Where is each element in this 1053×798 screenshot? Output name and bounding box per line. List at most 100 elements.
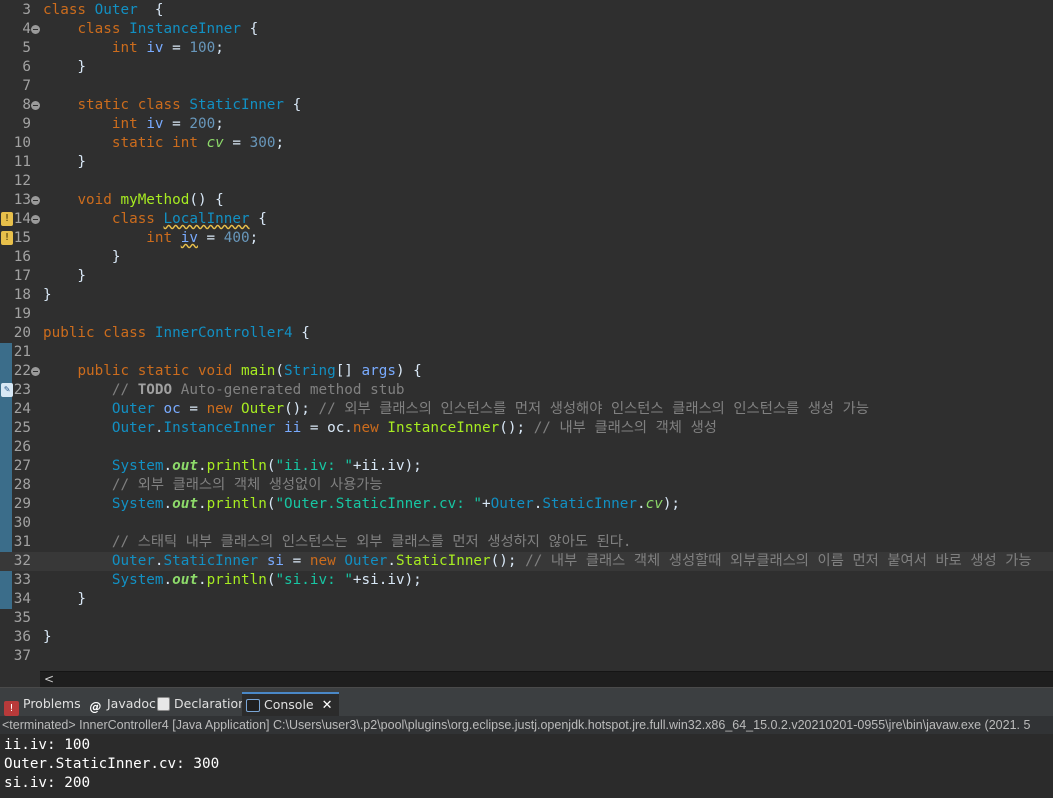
- code-line[interactable]: 19: [0, 305, 1053, 324]
- code-token: InstanceInner: [387, 420, 500, 436]
- code-line[interactable]: 20 public class InnerController4 {: [0, 324, 1053, 343]
- code-line[interactable]: 3 class Outer {: [0, 1, 1053, 20]
- code-line[interactable]: 4 class InstanceInner {: [0, 20, 1053, 39]
- code-line[interactable]: 12: [0, 172, 1053, 191]
- horizontal-scrollbar[interactable]: <: [40, 671, 1053, 687]
- code-line[interactable]: 10 static int cv = 300;: [0, 134, 1053, 153]
- code-text: // 스태틱 내부 클래스의 인스턴스는 외부 클래스를 먼저 생성하지 않아도…: [43, 533, 632, 552]
- code-token: // 내부 클래스의 객체 생성: [533, 420, 717, 436]
- code-text: public class InnerController4 {: [43, 324, 310, 343]
- fold-toggle-icon[interactable]: [31, 25, 40, 34]
- line-number: 34: [13, 591, 31, 607]
- line-number: 12: [13, 173, 31, 189]
- code-token: .: [637, 496, 646, 512]
- close-icon[interactable]: ✕: [322, 698, 333, 713]
- code-token: }: [43, 591, 87, 607]
- console-header: <terminated> InnerController4 [Java Appl…: [0, 716, 1053, 734]
- code-token: class: [77, 21, 130, 37]
- code-text: }: [43, 628, 52, 647]
- code-token: {: [284, 97, 302, 113]
- warning-icon[interactable]: !: [1, 231, 13, 245]
- code-line[interactable]: 22 public static void main(String[] args…: [0, 362, 1053, 381]
- code-line[interactable]: 37: [0, 647, 1053, 666]
- code-token: ) {: [395, 363, 422, 379]
- code-token: StaticInner: [395, 553, 491, 569]
- warning-icon[interactable]: !: [1, 212, 13, 226]
- code-token: println: [206, 572, 267, 588]
- code-line[interactable]: 8 static class StaticInner {: [0, 96, 1053, 115]
- fold-toggle-icon[interactable]: [31, 367, 40, 376]
- code-line[interactable]: 35: [0, 609, 1053, 628]
- code-text: int iv = 100;: [43, 39, 224, 58]
- tab-console[interactable]: Console ✕: [242, 692, 339, 716]
- line-number: 20: [13, 325, 31, 341]
- code-token: 400: [223, 230, 250, 246]
- line-number: 30: [13, 515, 31, 531]
- code-line[interactable]: 15! int iv = 400;: [0, 229, 1053, 248]
- code-line[interactable]: 25 Outer.InstanceInner ii = oc.new Insta…: [0, 419, 1053, 438]
- fold-toggle-icon[interactable]: [31, 101, 40, 110]
- code-line[interactable]: 31 // 스태틱 내부 클래스의 인스턴스는 외부 클래스를 먼저 생성하지 …: [0, 533, 1053, 552]
- fold-toggle-icon[interactable]: [31, 215, 40, 224]
- editor-corner: [0, 671, 40, 687]
- line-number: 7: [22, 78, 31, 94]
- code-line[interactable]: 5 int iv = 100;: [0, 39, 1053, 58]
- code-token: System: [111, 572, 164, 588]
- code-line[interactable]: 32 Outer.StaticInner si = new Outer.Stat…: [0, 552, 1053, 571]
- code-token: ;: [215, 116, 224, 132]
- code-line[interactable]: 18}: [0, 286, 1053, 305]
- fold-toggle-icon[interactable]: [31, 196, 40, 205]
- code-line[interactable]: 34 }: [0, 590, 1053, 609]
- code-token: StaticInner: [189, 97, 285, 113]
- code-line[interactable]: 29 System.out.println("Outer.StaticInner…: [0, 495, 1053, 514]
- code-token: static int: [111, 135, 207, 151]
- code-line[interactable]: 6 }: [0, 58, 1053, 77]
- code-text: static int cv = 300;: [43, 134, 284, 153]
- code-line[interactable]: 7: [0, 77, 1053, 96]
- line-number: 18: [13, 287, 31, 303]
- code-line[interactable]: 23 ✎ // TODO Auto-generated method stub: [0, 381, 1053, 400]
- code-line[interactable]: 14! class LocalInner {: [0, 210, 1053, 229]
- code-token: }: [43, 287, 52, 303]
- code-text: // TODO Auto-generated method stub: [43, 381, 405, 400]
- code-line[interactable]: 11 }: [0, 153, 1053, 172]
- code-line[interactable]: 9 int iv = 200;: [0, 115, 1053, 134]
- code-line[interactable]: 13 void myMethod() {: [0, 191, 1053, 210]
- code-line[interactable]: 17 }: [0, 267, 1053, 286]
- code-line[interactable]: 21: [0, 343, 1053, 362]
- code-token: void: [77, 192, 121, 208]
- code-line[interactable]: 24 Outer oc = new Outer(); // 외부 클래스의 인스…: [0, 400, 1053, 419]
- console-icon: [246, 699, 260, 712]
- tab-problems[interactable]: ! Problems: [4, 693, 81, 716]
- tab-javadoc[interactable]: @ Javadoc: [88, 693, 156, 715]
- code-token: new: [309, 553, 345, 569]
- tab-declaration[interactable]: Declaration: [157, 693, 246, 715]
- code-token: out: [172, 458, 198, 474]
- code-token: class: [111, 211, 164, 227]
- task-icon[interactable]: ✎: [1, 383, 13, 397]
- code-token: StaticInner: [163, 553, 267, 569]
- code-token: =: [284, 553, 310, 569]
- code-line[interactable]: 28 // 외부 클래스의 객체 생성없이 사용가능: [0, 476, 1053, 495]
- code-token: .: [163, 572, 173, 588]
- code-editor[interactable]: 3 class Outer {4 class InstanceInner {5 i…: [0, 0, 1053, 671]
- code-line[interactable]: 16 }: [0, 248, 1053, 267]
- code-text: Outer.InstanceInner ii = oc.new Instance…: [43, 419, 717, 438]
- code-token: =: [163, 40, 190, 56]
- code-text: int iv = 200;: [43, 115, 224, 134]
- code-token: }: [43, 249, 121, 265]
- code-token: // 내부 클래스 객체 생성할때 외부클래스의 이름 먼저 붙여서 바로 생성…: [525, 553, 1032, 569]
- code-line[interactable]: 30: [0, 514, 1053, 533]
- code-token: System: [111, 496, 164, 512]
- code-line[interactable]: 27 System.out.println("ii.iv: "+ii.iv);: [0, 457, 1053, 476]
- code-token: si: [266, 553, 285, 569]
- code-line[interactable]: 36}: [0, 628, 1053, 647]
- scroll-left-icon[interactable]: <: [44, 672, 54, 687]
- line-number: 14: [13, 211, 31, 227]
- code-token: cv: [645, 496, 663, 512]
- code-line[interactable]: 33 System.out.println("si.iv: "+si.iv);: [0, 571, 1053, 590]
- code-line[interactable]: 26: [0, 438, 1053, 457]
- code-text: static class StaticInner {: [43, 96, 301, 115]
